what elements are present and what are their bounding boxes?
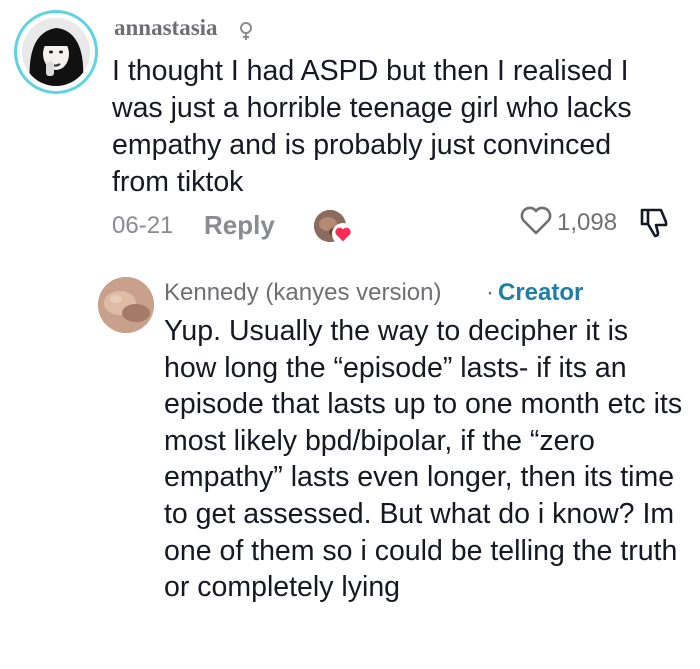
avatar-image	[22, 18, 90, 86]
thumbs-down-icon[interactable]	[637, 205, 671, 239]
heart-filled-icon	[332, 223, 354, 245]
creator-badge: Creator	[498, 279, 584, 306]
heart-outline-icon[interactable]	[519, 205, 553, 236]
separator-dot: ·	[486, 279, 494, 306]
comment-text: Yup. Usually the way to decipher it is h…	[164, 315, 683, 604]
profile-pronoun-icon	[236, 21, 256, 41]
comment-username[interactable]: Kennedy (kanyes version)	[164, 279, 441, 307]
comment-date: 06-21	[112, 212, 174, 239]
reply-button[interactable]: Reply	[204, 210, 275, 241]
avatar[interactable]	[98, 277, 154, 333]
avatar[interactable]	[14, 10, 98, 94]
comment-username[interactable]: annastasia	[114, 15, 218, 41]
comment-text: I thought I had ASPD but then I realised…	[112, 55, 632, 198]
like-count: 1,098	[557, 209, 618, 236]
